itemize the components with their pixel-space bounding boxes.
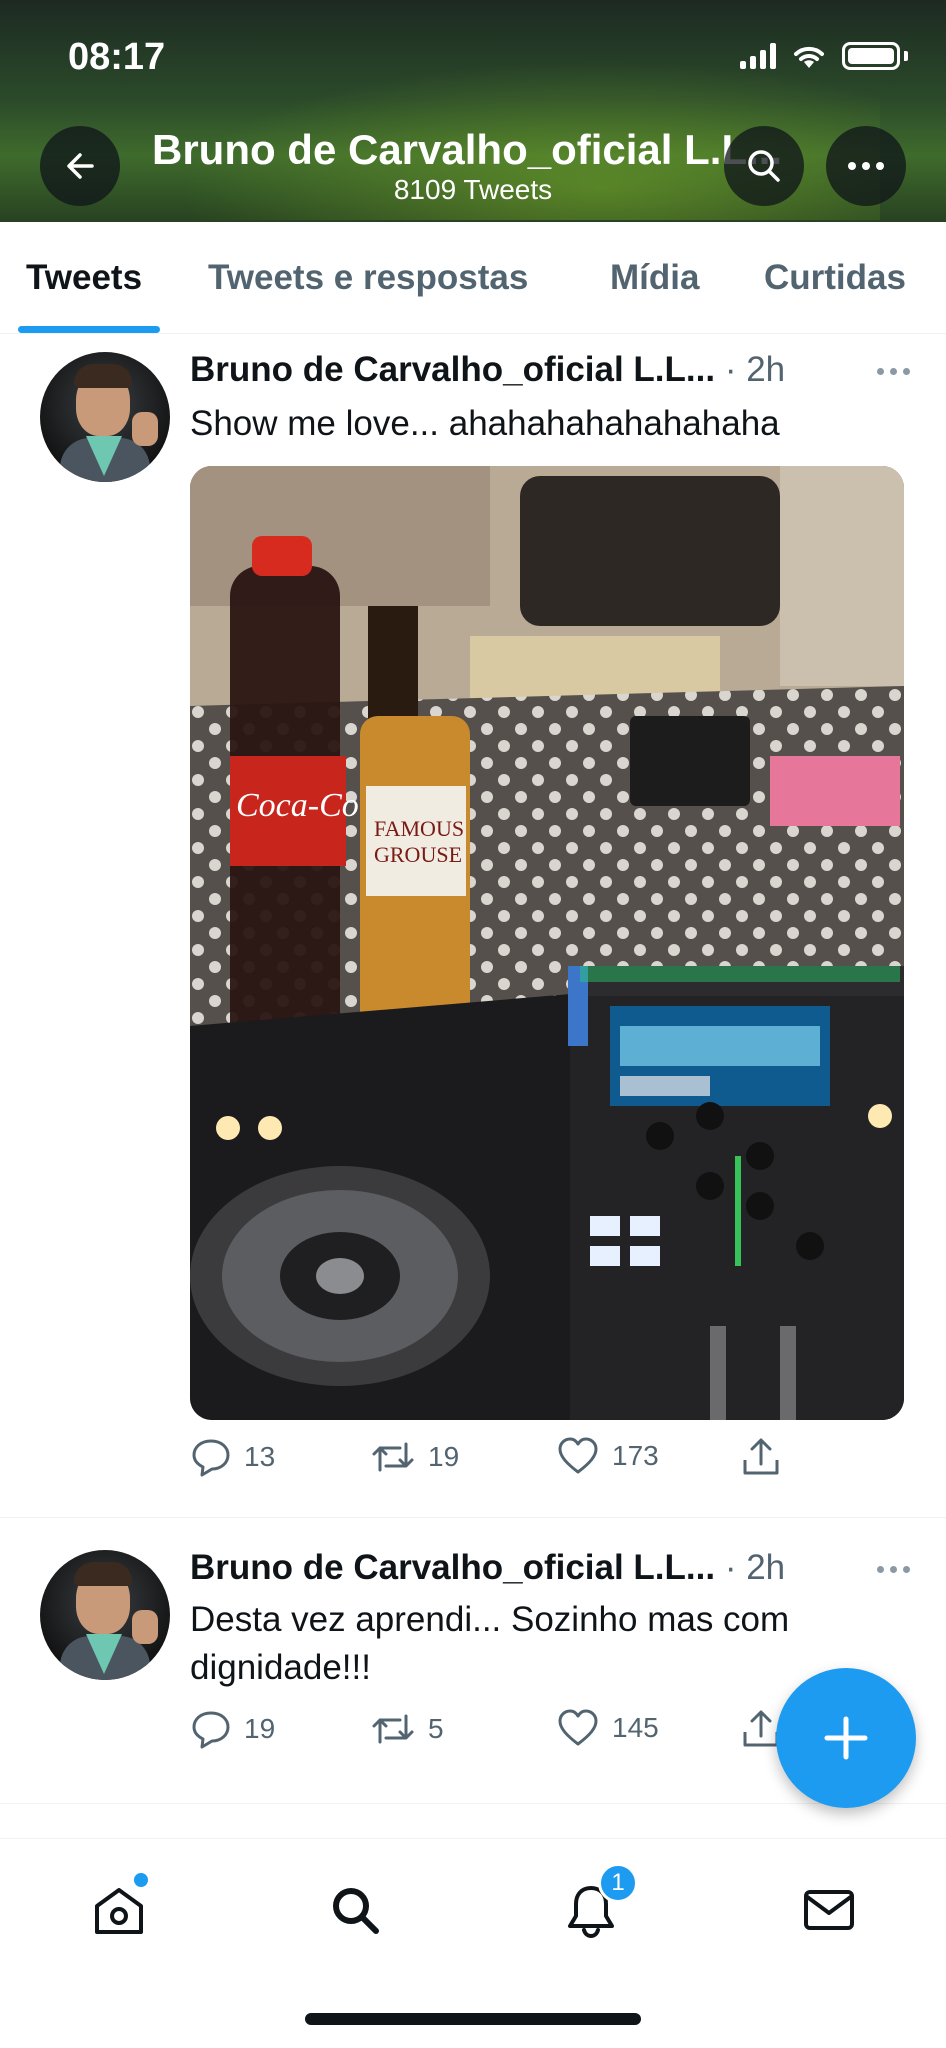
- tweet-author[interactable]: Bruno de Carvalho_oficial L.L... · 2h: [190, 350, 785, 390]
- status-time: 08:17: [68, 36, 166, 78]
- tweet-actions: 13 19 173: [190, 1436, 810, 1486]
- active-tab-indicator: [18, 326, 160, 333]
- tweet-media-photo[interactable]: Coca-Cola FAMOUS GROUSE: [190, 466, 904, 1420]
- tweet-count: 8109 Tweets: [393, 174, 553, 205]
- home-new-dot: [134, 1873, 148, 1887]
- nav-messages[interactable]: [794, 1875, 864, 1945]
- tab-tweets-and-replies[interactable]: Tweets e respostas: [208, 258, 528, 298]
- nav-home[interactable]: [84, 1873, 154, 1945]
- tweet-1[interactable]: Bruno de Carvalho_oficial L.L... · 2h Sh…: [0, 334, 946, 1518]
- tweet-text: Show me love... ahahahahahahahaha: [190, 404, 780, 443]
- svg-text:FAMOUS: FAMOUS: [374, 816, 464, 841]
- compose-tweet-button[interactable]: [776, 1668, 916, 1808]
- profile-header-banner: 08:17 Bruno de Carvalho_oficial L.L... 8…: [0, 0, 946, 222]
- reply-button[interactable]: 19: [190, 1708, 275, 1750]
- tweet-text: Desta vez aprendi... Sozinho mas com dig…: [190, 1600, 790, 1687]
- tweet-time: · 2h: [724, 1548, 786, 1587]
- page-title: Bruno de Carvalho_oficial L.L...: [152, 126, 783, 173]
- tweet-actions: 19 5 145: [190, 1708, 810, 1758]
- svg-text:GROUSE: GROUSE: [374, 842, 462, 867]
- tweet-time: · 2h: [724, 350, 786, 389]
- wifi-icon: [794, 46, 824, 68]
- reply-button[interactable]: 13: [190, 1436, 275, 1478]
- more-horizontal-icon: [848, 162, 884, 170]
- status-icons: [740, 42, 908, 70]
- tab-media[interactable]: Mídia: [610, 258, 699, 298]
- nav-search[interactable]: [320, 1875, 390, 1945]
- author-name: Bruno de Carvalho_oficial L.L...: [190, 1548, 716, 1587]
- reply-icon: [192, 1711, 230, 1749]
- nav-notifications[interactable]: 1: [556, 1863, 638, 1945]
- retweet-icon: [372, 1442, 414, 1472]
- tweet-more-icon[interactable]: [877, 1566, 910, 1573]
- signal-icon: [740, 43, 776, 69]
- like-button[interactable]: 173: [556, 1436, 659, 1476]
- author-name: Bruno de Carvalho_oficial L.L...: [190, 350, 716, 389]
- retweet-button[interactable]: 19: [370, 1436, 459, 1478]
- tweet-author[interactable]: Bruno de Carvalho_oficial L.L... · 2h: [190, 1548, 785, 1588]
- avatar[interactable]: [40, 352, 170, 482]
- share-button[interactable]: [740, 1436, 782, 1478]
- tab-tweets[interactable]: Tweets: [26, 258, 142, 298]
- more-options-button[interactable]: [826, 126, 906, 206]
- profile-tabs: Tweets Tweets e respostas Mídia Curtidas: [0, 222, 946, 334]
- search-icon: [333, 1888, 379, 1934]
- like-count: 145: [612, 1712, 659, 1743]
- share-icon: [743, 1438, 779, 1475]
- plus-icon: [824, 1716, 868, 1760]
- home-indicator: [305, 2013, 641, 2025]
- reply-count: 13: [244, 1441, 276, 1472]
- like-button[interactable]: 145: [556, 1708, 659, 1748]
- tab-likes[interactable]: Curtidas: [764, 258, 906, 298]
- home-icon: [95, 1888, 143, 1934]
- retweet-button[interactable]: 5: [370, 1708, 444, 1750]
- heart-icon: [558, 1437, 598, 1474]
- messages-icon: [804, 1890, 854, 1930]
- like-count: 173: [612, 1440, 659, 1471]
- retweet-icon: [372, 1714, 414, 1744]
- dj-setup-photo: Coca-Cola FAMOUS GROUSE: [190, 466, 904, 1420]
- tweet-more-icon[interactable]: [877, 368, 910, 375]
- search-button[interactable]: [724, 126, 804, 206]
- battery-icon: [842, 42, 900, 70]
- reply-count: 19: [244, 1713, 276, 1744]
- reply-icon: [192, 1439, 230, 1477]
- avatar[interactable]: [40, 1550, 170, 1680]
- heart-icon: [558, 1709, 598, 1746]
- search-icon: [748, 150, 780, 182]
- retweet-count: 19: [428, 1441, 460, 1472]
- retweet-count: 5: [428, 1713, 444, 1744]
- notifications-badge: 1: [598, 1863, 638, 1903]
